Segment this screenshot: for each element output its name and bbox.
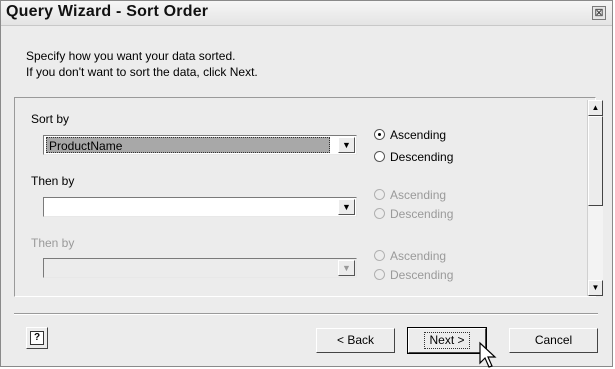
then-by-field-select-2: ▼ (43, 258, 357, 278)
scroll-down-icon[interactable]: ▼ (588, 280, 603, 296)
sort-by-ascending-radio[interactable]: Ascending (374, 127, 494, 143)
radio-unselected-icon (374, 151, 385, 162)
then-by-field-value-2 (46, 260, 330, 276)
help-button[interactable]: ? (26, 327, 48, 349)
then-by-label-1: Then by (31, 174, 75, 188)
then-by-1-ascending-label: Ascending (390, 188, 447, 202)
sort-by-field-select[interactable]: ProductName ▼ (43, 135, 357, 155)
sort-by-ascending-label: Ascending (390, 128, 447, 142)
radio-disabled-icon (374, 250, 385, 261)
sort-by-descending-label: Descending (390, 150, 454, 164)
then-by-2-descending-radio: Descending (374, 267, 494, 283)
back-button[interactable]: < Back (316, 328, 395, 353)
then-by-field-value-1 (46, 199, 330, 215)
scrollbar-thumb[interactable] (588, 116, 603, 206)
sort-by-field-value: ProductName (46, 137, 330, 153)
then-by-1-descending-radio: Descending (374, 206, 494, 222)
next-button[interactable]: Next > (407, 327, 487, 354)
close-icon[interactable]: ⊠ (592, 6, 606, 20)
dialog-title: Query Wizard - Sort Order (6, 3, 209, 20)
vertical-scrollbar[interactable]: ▲ ▼ (587, 100, 603, 296)
then-by-1-descending-label: Descending (390, 207, 454, 221)
then-by-2-ascending-label: Ascending (390, 249, 447, 263)
instructions: Specify how you want your data sorted. I… (26, 48, 258, 80)
sort-by-descending-radio[interactable]: Descending (374, 149, 494, 165)
radio-selected-icon (374, 129, 385, 140)
title-bar[interactable]: Query Wizard - Sort Order ⊠ (1, 1, 612, 26)
radio-disabled-icon (374, 189, 385, 200)
cancel-button[interactable]: Cancel (509, 328, 598, 353)
then-by-2-descending-label: Descending (390, 268, 454, 282)
instruction-line-2: If you don't want to sort the data, clic… (26, 65, 258, 79)
scroll-up-icon[interactable]: ▲ (588, 100, 603, 116)
radio-disabled-icon (374, 208, 385, 219)
sort-by-label: Sort by (31, 112, 70, 126)
then-by-1-ascending-radio: Ascending (374, 187, 494, 203)
instruction-line-1: Specify how you want your data sorted. (26, 49, 236, 63)
next-button-label: Next > (424, 332, 470, 349)
chevron-down-icon[interactable]: ▼ (338, 137, 355, 153)
then-by-label-2: Then by (31, 236, 75, 250)
mouse-pointer-icon (479, 341, 497, 368)
footer-divider (14, 313, 598, 315)
then-by-field-select-1[interactable]: ▼ (43, 197, 357, 217)
chevron-down-icon[interactable]: ▼ (338, 199, 355, 215)
radio-disabled-icon (374, 269, 385, 280)
query-wizard-dialog: Query Wizard - Sort Order ⊠ Specify how … (0, 0, 613, 368)
help-icon: ? (30, 331, 44, 345)
chevron-down-icon: ▼ (338, 260, 355, 276)
then-by-2-ascending-radio: Ascending (374, 248, 494, 264)
